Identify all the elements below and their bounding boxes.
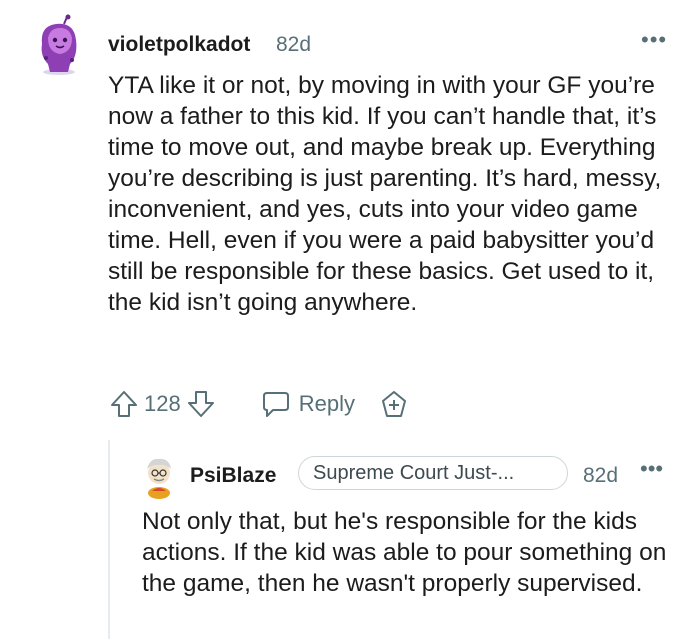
vote-count: 128 [144, 391, 181, 416]
reply-label: Reply [298, 391, 355, 416]
award-icon[interactable] [379, 389, 409, 419]
comment-age: 82d [276, 33, 312, 56]
avatar[interactable] [34, 14, 84, 76]
reply-icon [261, 389, 291, 419]
reply-button[interactable]: Reply [261, 389, 355, 419]
upvote-icon[interactable] [108, 388, 140, 420]
reply-body: Not only that, but he's responsible for … [142, 508, 667, 597]
flair-text: Supreme Court Just-... [313, 461, 515, 484]
more-options-icon[interactable]: ••• [641, 29, 667, 51]
reply-age: 82d [583, 464, 619, 487]
thread-line[interactable] [108, 440, 110, 639]
reply-username[interactable]: PsiBlaze [190, 464, 276, 488]
reply-more-options-icon[interactable]: ••• [640, 458, 663, 480]
downvote-icon[interactable] [185, 388, 217, 420]
comment-actions: 128 Reply [108, 384, 409, 424]
reply-avatar[interactable] [142, 455, 176, 499]
user-flair: Supreme Court Just-... [298, 456, 568, 490]
comment-body: YTA like it or not, by moving in with yo… [108, 72, 662, 316]
comment-username[interactable]: violetpolkadot [108, 33, 250, 57]
